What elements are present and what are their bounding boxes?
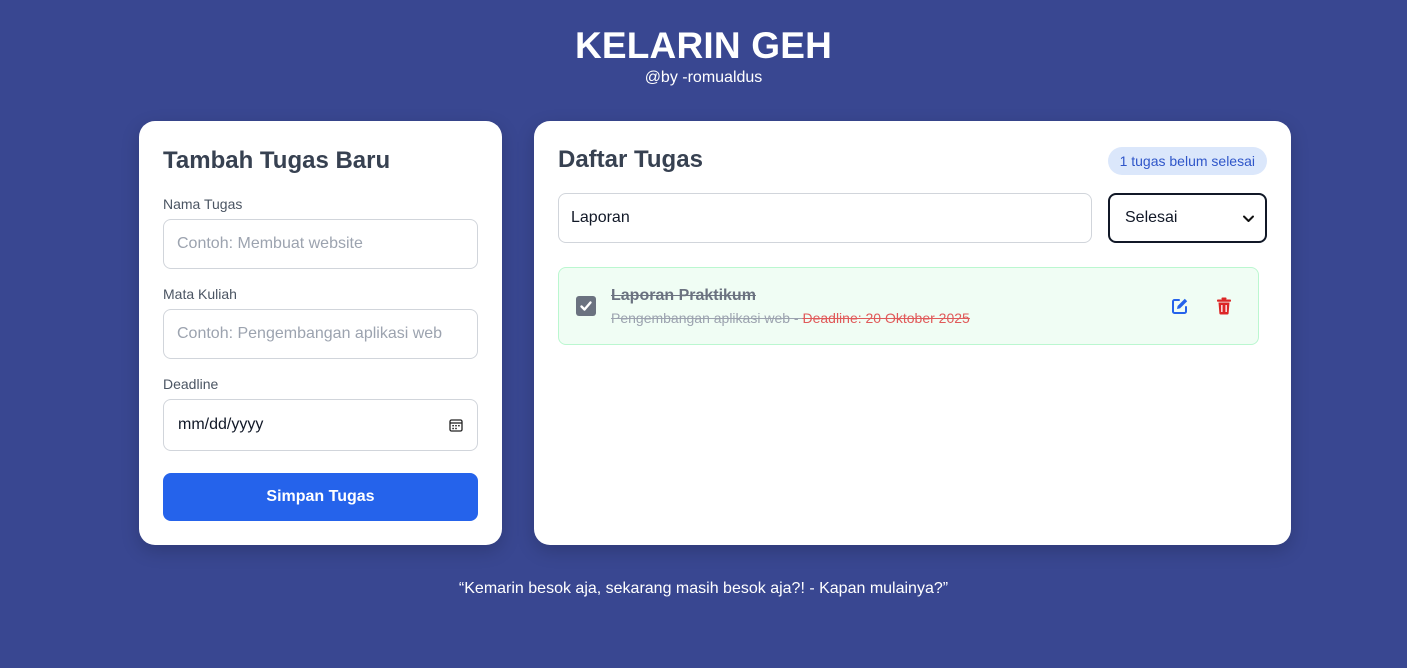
save-task-button[interactable]: Simpan Tugas [163,473,478,521]
task-item: Laporan Praktikum Pengembangan aplikasi … [558,267,1259,345]
search-input[interactable] [558,193,1092,243]
task-list-title: Daftar Tugas [558,146,703,173]
status-filter-value: Selesai [1125,209,1178,226]
calendar-icon[interactable] [449,418,463,432]
course-group: Mata Kuliah [163,285,478,359]
app-header: KELARIN GEH @by -romualdus [0,24,1407,88]
deadline-input[interactable]: mm/dd/yyyy [163,399,478,451]
task-name-input[interactable] [163,219,478,269]
course-label: Mata Kuliah [163,286,237,302]
pending-count-badge: 1 tugas belum selesai [1107,147,1267,175]
task-title: Laporan Praktikum [611,287,756,304]
task-deadline: Deadline: 20 Oktober 2025 [802,310,970,326]
course-input[interactable] [163,309,478,359]
trash-icon [1217,297,1231,315]
delete-task-button[interactable] [1213,296,1235,318]
edit-task-button[interactable] [1169,296,1191,318]
status-filter-select[interactable]: Selesai [1108,193,1267,243]
task-list-header: Daftar Tugas 1 tugas belum selesai [558,145,1267,175]
task-name-label: Nama Tugas [163,196,243,212]
app-subtitle: @by -romualdus [644,69,763,86]
footer-quote: “Kemarin besok aja, sekarang masih besok… [458,580,949,597]
check-icon [580,301,592,311]
task-done-checkbox[interactable] [576,296,596,316]
task-meta-separator: - [790,310,803,326]
deadline-group: Deadline mm/dd/yyyy [163,375,478,451]
task-name-group: Nama Tugas [163,195,478,269]
app-title: KELARIN GEH [574,25,833,66]
task-list-card: Daftar Tugas 1 tugas belum selesai Seles… [534,121,1291,545]
add-task-card: Tambah Tugas Baru Nama Tugas Mata Kuliah… [139,121,502,545]
task-course: Pengembangan aplikasi web [611,310,791,326]
deadline-placeholder: mm/dd/yyyy [178,416,264,433]
task-meta: Pengembangan aplikasi web - Deadline: 20… [611,310,970,326]
edit-icon [1172,298,1188,314]
deadline-label: Deadline [163,376,219,392]
add-task-title: Tambah Tugas Baru [163,147,391,174]
chevron-down-icon [1243,215,1254,222]
